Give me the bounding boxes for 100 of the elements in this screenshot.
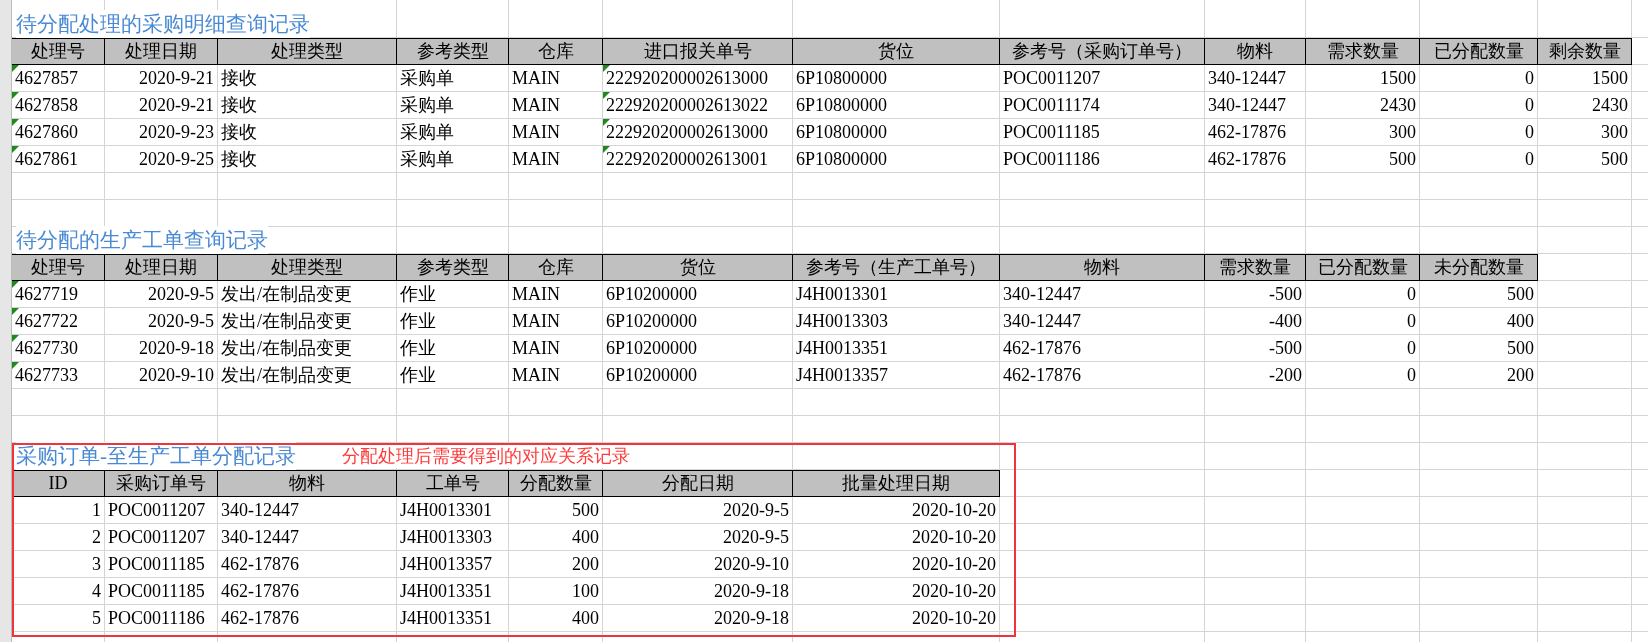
table-cell: POC0011185 bbox=[1000, 119, 1205, 146]
sheet-title: 采购订单-至生产工单分配记录 bbox=[16, 442, 296, 470]
table-cell: 作业 bbox=[397, 362, 509, 389]
table-cell: 2020-10-20 bbox=[793, 524, 1000, 551]
table-cell: POC0011207 bbox=[1000, 65, 1205, 92]
table-cell: 2020-9-18 bbox=[105, 335, 218, 362]
table-cell: 4627857 bbox=[12, 65, 105, 92]
table-cell: 接收 bbox=[218, 119, 397, 146]
table-cell: 2020-9-5 bbox=[105, 281, 218, 308]
column-header: 已分配数量 bbox=[1306, 254, 1420, 281]
table-cell: POC0011186 bbox=[105, 605, 218, 632]
table-cell: 作业 bbox=[397, 308, 509, 335]
table-cell: MAIN bbox=[509, 308, 603, 335]
column-header: 物料 bbox=[1000, 254, 1205, 281]
column-header: 进口报关单号 bbox=[603, 38, 793, 65]
table-cell: 0 bbox=[1420, 92, 1538, 119]
table-cell: J4H0013301 bbox=[397, 497, 509, 524]
column-header: 工单号 bbox=[397, 470, 509, 497]
table-cell: 100 bbox=[509, 578, 603, 605]
column-header: 剩余数量 bbox=[1538, 38, 1632, 65]
table-cell: J4H0013351 bbox=[793, 335, 1000, 362]
table-cell: 6P10200000 bbox=[603, 362, 793, 389]
table-cell: 6P10800000 bbox=[793, 119, 1000, 146]
column-header: 参考号（采购订单号） bbox=[1000, 38, 1205, 65]
table-cell: 发出/在制品变更 bbox=[218, 362, 397, 389]
table-cell: -400 bbox=[1205, 308, 1306, 335]
table-cell: 200 bbox=[1420, 362, 1538, 389]
table-cell: 接收 bbox=[218, 146, 397, 173]
table-cell: 222920200002613022 bbox=[603, 92, 793, 119]
table-cell: J4H0013301 bbox=[793, 281, 1000, 308]
table-cell: 462-17876 bbox=[1000, 362, 1205, 389]
table-cell: 400 bbox=[509, 605, 603, 632]
table-cell: 400 bbox=[509, 524, 603, 551]
table-cell: 340-12447 bbox=[218, 497, 397, 524]
table-cell: -200 bbox=[1205, 362, 1306, 389]
table-cell: J4H0013351 bbox=[397, 578, 509, 605]
column-header: 分配数量 bbox=[509, 470, 603, 497]
table-cell: J4H0013357 bbox=[793, 362, 1000, 389]
column-header: 货位 bbox=[603, 254, 793, 281]
table-cell: 500 bbox=[1420, 281, 1538, 308]
column-header: 采购订单号 bbox=[105, 470, 218, 497]
table-cell: 500 bbox=[1306, 146, 1420, 173]
table-cell: POC0011174 bbox=[1000, 92, 1205, 119]
table-cell: 4627730 bbox=[12, 335, 105, 362]
sheet-title: 待分配的生产工单查询记录 bbox=[16, 226, 268, 254]
table-cell: 6P10800000 bbox=[793, 92, 1000, 119]
table-cell: 1 bbox=[12, 497, 105, 524]
table-cell: POC0011207 bbox=[105, 497, 218, 524]
table-cell: 4627722 bbox=[12, 308, 105, 335]
table-cell: 462-17876 bbox=[1205, 146, 1306, 173]
table-cell: 6P10200000 bbox=[603, 281, 793, 308]
table-cell: -500 bbox=[1205, 335, 1306, 362]
table-cell: 222920200002613000 bbox=[603, 65, 793, 92]
table-cell: POC0011185 bbox=[105, 578, 218, 605]
table-cell: 发出/在制品变更 bbox=[218, 308, 397, 335]
table-cell: 0 bbox=[1306, 362, 1420, 389]
table-cell: 0 bbox=[1420, 65, 1538, 92]
table-cell: 2020-9-5 bbox=[105, 308, 218, 335]
column-header: 参考类型 bbox=[397, 38, 509, 65]
table-cell: 2020-10-20 bbox=[793, 497, 1000, 524]
table-cell: 462-17876 bbox=[1000, 335, 1205, 362]
column-header: 处理日期 bbox=[105, 254, 218, 281]
table-cell: 2 bbox=[12, 524, 105, 551]
table-cell: 发出/在制品变更 bbox=[218, 335, 397, 362]
table-cell: 0 bbox=[1306, 308, 1420, 335]
table-cell: 2020-9-10 bbox=[603, 551, 793, 578]
table-cell: 6P10200000 bbox=[603, 308, 793, 335]
table-cell: 200 bbox=[509, 551, 603, 578]
table-cell: 6P10800000 bbox=[793, 146, 1000, 173]
table-cell: MAIN bbox=[509, 281, 603, 308]
table-cell: 2020-10-20 bbox=[793, 551, 1000, 578]
table-cell: 462-17876 bbox=[1205, 119, 1306, 146]
table-cell: 300 bbox=[1306, 119, 1420, 146]
table-cell: 2020-9-25 bbox=[105, 146, 218, 173]
column-header: 已分配数量 bbox=[1420, 38, 1538, 65]
table-cell: 6P10200000 bbox=[603, 335, 793, 362]
table-cell: 2020-10-20 bbox=[793, 578, 1000, 605]
table-cell: MAIN bbox=[509, 119, 603, 146]
table-cell: 0 bbox=[1420, 146, 1538, 173]
table-cell: 0 bbox=[1306, 281, 1420, 308]
table-cell: 400 bbox=[1420, 308, 1538, 335]
column-header: 处理日期 bbox=[105, 38, 218, 65]
table-cell: 222920200002613000 bbox=[603, 119, 793, 146]
sheet-title: 待分配处理的采购明细查询记录 bbox=[16, 10, 310, 38]
table-cell: 462-17876 bbox=[218, 578, 397, 605]
table-cell: 2430 bbox=[1538, 92, 1632, 119]
column-header: 仓库 bbox=[509, 38, 603, 65]
table-cell: 4627719 bbox=[12, 281, 105, 308]
column-header: 处理类型 bbox=[218, 38, 397, 65]
table-cell: 接收 bbox=[218, 92, 397, 119]
table-cell: 500 bbox=[1538, 146, 1632, 173]
table-cell: 340-12447 bbox=[1000, 281, 1205, 308]
table-cell: MAIN bbox=[509, 335, 603, 362]
column-header: 需求数量 bbox=[1306, 38, 1420, 65]
table-cell: 2020-9-21 bbox=[105, 65, 218, 92]
table-cell: 4627858 bbox=[12, 92, 105, 119]
table-cell: 采购单 bbox=[397, 119, 509, 146]
table-cell: 4627733 bbox=[12, 362, 105, 389]
table-cell: 5 bbox=[12, 605, 105, 632]
column-header: 仓库 bbox=[509, 254, 603, 281]
